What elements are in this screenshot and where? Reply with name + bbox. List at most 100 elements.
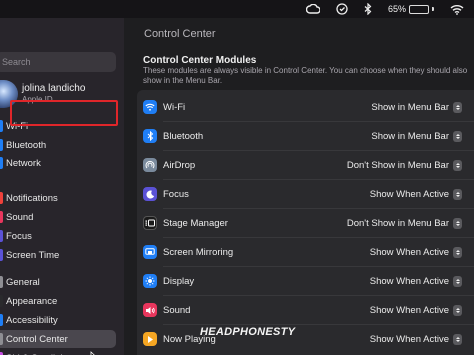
module-visibility-value: Show in Menu Bar: [371, 102, 449, 113]
battery-icon: [409, 4, 429, 14]
sidebar-item-icon: [0, 120, 3, 132]
sidebar-item-focus[interactable]: Focus: [0, 227, 116, 245]
module-visibility-select[interactable]: Show in Menu Bar: [371, 102, 462, 113]
sidebar-item-icon: [0, 211, 3, 223]
sidebar-item-label: Appearance: [6, 295, 58, 307]
moon-icon: [143, 187, 157, 201]
chevron-up-down-icon: [453, 218, 462, 229]
sidebar-item-label: Notifications: [6, 192, 58, 204]
module-row-sound: Sound Show When Active: [137, 296, 474, 325]
bluetooth-icon[interactable]: [364, 0, 372, 18]
sidebar-item-screen-time[interactable]: Screen Time: [0, 246, 116, 264]
module-visibility-value: Show When Active: [369, 334, 449, 345]
sidebar-item-general[interactable]: General: [0, 273, 116, 291]
module-label: Stage Manager: [163, 218, 228, 229]
wifi-icon: [143, 100, 157, 114]
chevron-up-down-icon: [453, 189, 462, 200]
module-label: Bluetooth: [163, 131, 204, 142]
search-input[interactable]: [2, 57, 116, 67]
sidebar-item-icon: [0, 295, 3, 307]
sidebar-item-icon: [0, 139, 3, 151]
module-label: Screen Mirroring: [163, 247, 234, 258]
speaker-icon: [143, 303, 157, 317]
sidebar-item-label: Accessibility: [6, 314, 58, 326]
bluetooth-icon: [143, 129, 157, 143]
module-row-now-playing: Now Playing Show When Active: [137, 325, 474, 354]
sidebar-item-icon: [0, 276, 3, 288]
sidebar-item-sound[interactable]: Sound: [0, 208, 116, 226]
module-visibility-select[interactable]: Show When Active: [370, 334, 462, 345]
creative-cloud-icon[interactable]: [305, 0, 320, 18]
sidebar-item-icon: [0, 249, 3, 261]
sidebar-item-label: Focus: [6, 230, 32, 242]
sidebar-item-bluetooth[interactable]: Bluetooth: [0, 136, 116, 154]
sidebar-item-label: General: [6, 276, 40, 288]
module-label: Display: [163, 276, 195, 287]
module-visibility-value: Show When Active: [369, 189, 449, 200]
module-visibility-select[interactable]: Show When Active: [370, 305, 462, 316]
module-row-screen-mirroring: Screen Mirroring Show When Active: [137, 238, 474, 267]
airdrop-icon: [143, 158, 157, 172]
search-field[interactable]: [0, 52, 116, 72]
stage-manager-icon: [143, 216, 157, 230]
sidebar-item-accessibility[interactable]: Accessibility: [0, 311, 116, 329]
sidebar-item-appearance[interactable]: Appearance: [0, 292, 116, 310]
main-content: Control Center Control Center Modules Th…: [124, 18, 474, 355]
sidebar-item-icon: [0, 157, 3, 169]
sidebar-item-label: Bluetooth: [6, 139, 47, 151]
play-icon: [143, 332, 157, 346]
module-label: AirDrop: [163, 160, 196, 171]
module-row-display: Display Show When Active: [137, 267, 474, 296]
module-visibility-select[interactable]: Don't Show in Menu Bar: [347, 160, 462, 171]
sidebar-item-icon: [0, 333, 3, 345]
module-row-wi-fi: Wi-Fi Show in Menu Bar: [137, 93, 474, 122]
sidebar-item-label: Network: [6, 157, 41, 169]
section-description: These modules are always visible in Cont…: [143, 66, 468, 85]
module-label: Sound: [163, 305, 191, 316]
sidebar-item-icon: [0, 314, 3, 326]
chevron-up-down-icon: [453, 102, 462, 113]
sidebar-item-icon: [0, 230, 3, 242]
sidebar-item-control-center[interactable]: Control Center: [0, 330, 116, 348]
module-visibility-select[interactable]: Show When Active: [370, 247, 462, 258]
page-title: Control Center: [144, 28, 216, 40]
module-visibility-select[interactable]: Don't Show in Menu Bar: [347, 218, 462, 229]
sidebar-item-label: Control Center: [6, 333, 68, 345]
sidebar-item-notifications[interactable]: Notifications: [0, 189, 116, 207]
module-visibility-value: Show When Active: [369, 305, 449, 316]
chevron-up-down-icon: [453, 247, 462, 258]
sidebar-item-label: Screen Time: [6, 249, 60, 261]
sidebar-item-network[interactable]: Network: [0, 154, 116, 172]
battery-indicator[interactable]: 65%: [388, 0, 434, 18]
module-row-focus: Focus Show When Active: [137, 180, 474, 209]
chevron-up-down-icon: [453, 334, 462, 345]
profile-name: jolina landicho: [22, 83, 86, 94]
module-visibility-value: Don't Show in Menu Bar: [346, 160, 449, 171]
module-visibility-value: Show in Menu Bar: [371, 131, 449, 142]
chevron-up-down-icon: [453, 131, 462, 142]
module-visibility-select[interactable]: Show When Active: [370, 276, 462, 287]
module-visibility-select[interactable]: Show When Active: [370, 189, 462, 200]
battery-percent: 65%: [387, 4, 406, 14]
module-visibility-select[interactable]: Show in Menu Bar: [371, 131, 462, 142]
module-label: Wi-Fi: [163, 102, 186, 113]
section-title: Control Center Modules: [143, 55, 257, 66]
watermark: HEADPHONESTY: [200, 326, 296, 338]
menu-bar: 65%: [0, 0, 474, 18]
chevron-up-down-icon: [453, 305, 462, 316]
module-visibility-value: Show When Active: [369, 276, 449, 287]
module-label: Focus: [163, 189, 189, 200]
module-row-bluetooth: Bluetooth Show in Menu Bar: [137, 122, 474, 151]
shield-icon[interactable]: [336, 0, 348, 18]
screen-mirroring-icon: [143, 245, 157, 259]
chevron-up-down-icon: [453, 276, 462, 287]
highlight-box: [10, 100, 118, 126]
sun-icon: [143, 274, 157, 288]
sidebar: jolina landicho Apple ID Wi-FiBluetoothN…: [0, 18, 124, 355]
modules-list: Wi-Fi Show in Menu Bar Bluetooth Show in Me…: [137, 90, 474, 355]
mouse-cursor-icon: [90, 351, 95, 355]
module-visibility-value: Show When Active: [369, 247, 449, 258]
chevron-up-down-icon: [453, 160, 462, 171]
module-row-airdrop: AirDrop Don't Show in Menu Bar: [137, 151, 474, 180]
wifi-icon[interactable]: [450, 0, 464, 18]
